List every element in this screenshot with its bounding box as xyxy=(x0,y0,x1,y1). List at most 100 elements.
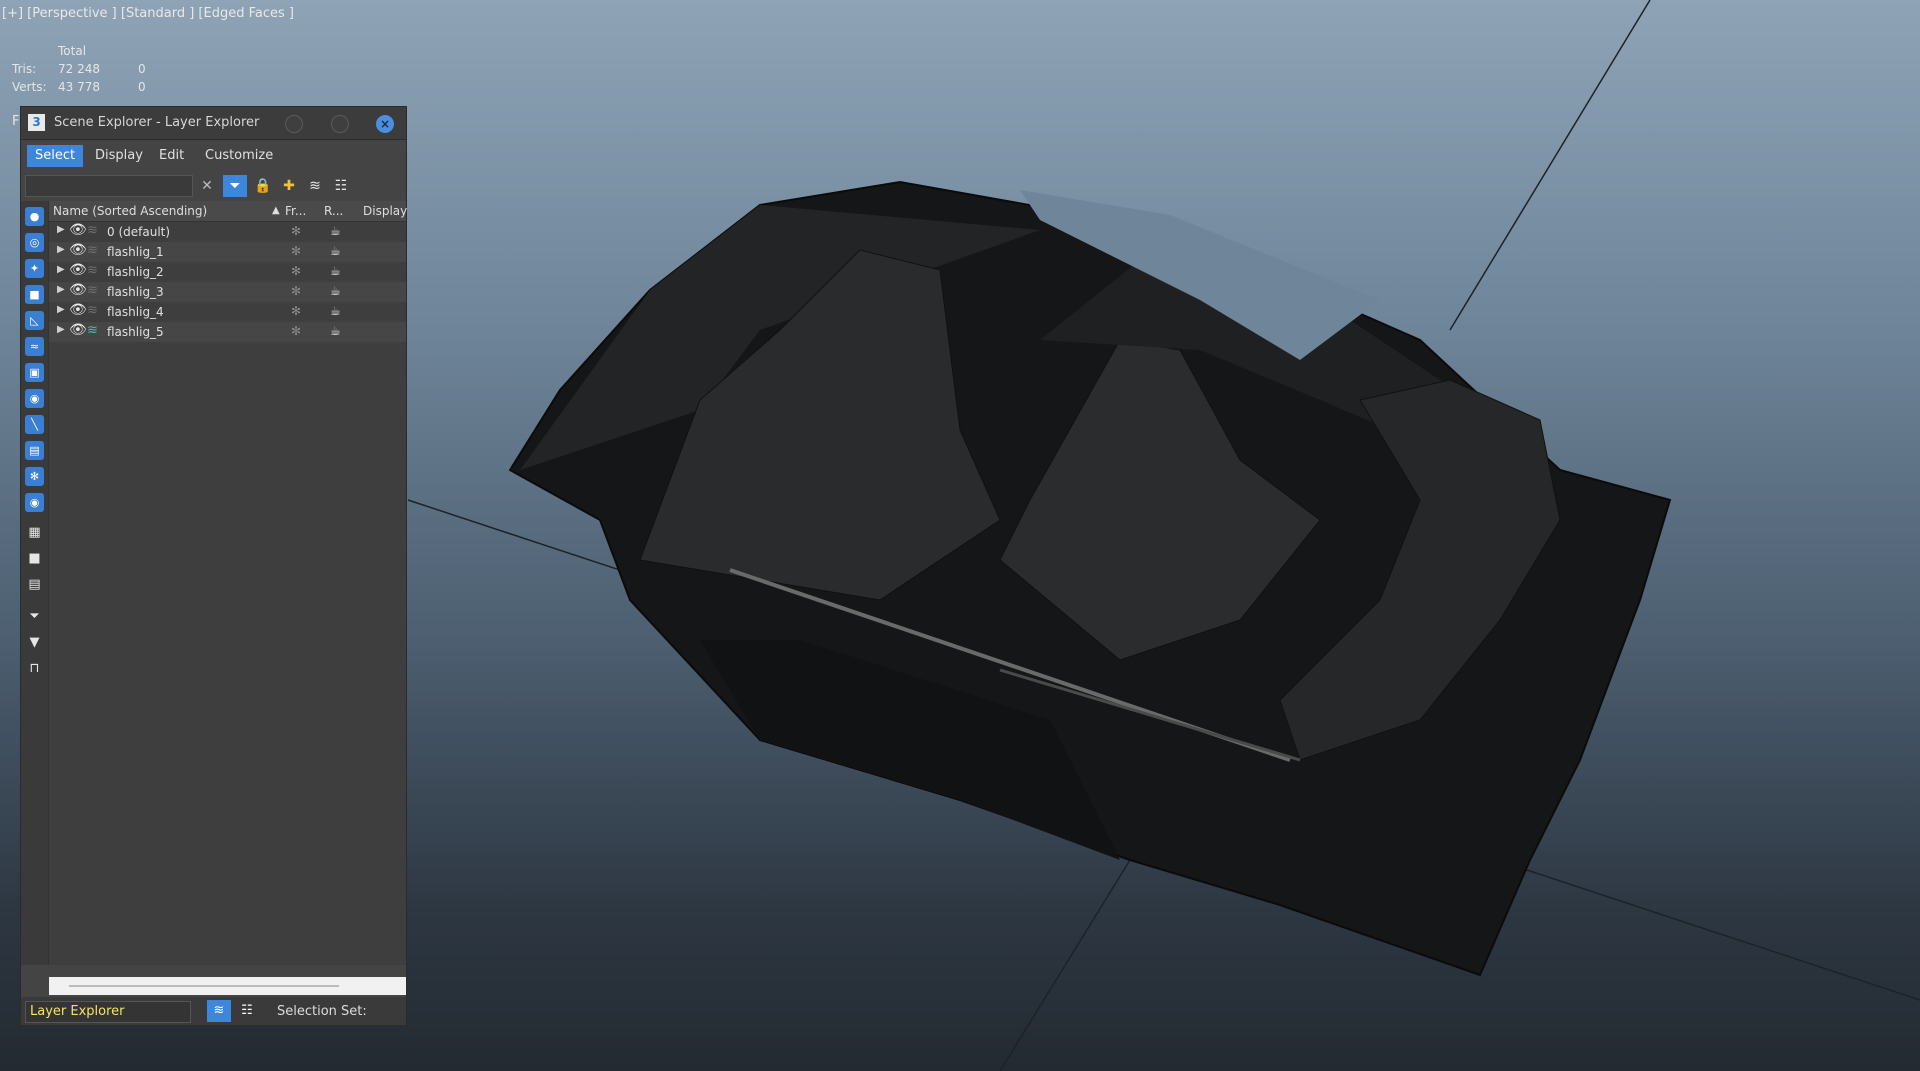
filter-selected-button[interactable]: ⏷ xyxy=(25,607,44,626)
layer-row[interactable]: ▶ 👁 ≋ flashlig_5 ✻ ☕ xyxy=(49,322,406,342)
grid-line xyxy=(1449,0,1651,331)
scrollbar-thumb[interactable] xyxy=(69,985,339,987)
xrefs-filter-button[interactable]: ◉ xyxy=(25,389,44,408)
snowflake-icon[interactable]: ✻ xyxy=(291,284,301,298)
snowflake-icon[interactable]: ✻ xyxy=(291,224,301,238)
display-all-button[interactable]: ▦ xyxy=(25,523,44,542)
teapot-icon[interactable]: ☕ xyxy=(330,324,341,338)
display-none-button[interactable]: ■ xyxy=(25,549,44,568)
layer-row[interactable]: ▶ 👁 ≋ flashlig_3 ✻ ☕ xyxy=(49,282,406,302)
containers-filter-button[interactable]: ▤ xyxy=(25,441,44,460)
eye-icon[interactable]: 👁 xyxy=(69,302,87,318)
geometry-filter-button[interactable]: ● xyxy=(25,207,44,226)
stats-total: 72 248 xyxy=(58,62,100,76)
layer-row[interactable]: ▶ 👁 ≋ flashlig_2 ✻ ☕ xyxy=(49,262,406,282)
eye-icon[interactable]: 👁 xyxy=(69,322,87,338)
eye-icon[interactable]: 👁 xyxy=(69,242,87,258)
search-input[interactable] xyxy=(25,175,193,197)
container-view-button[interactable]: ⊓ xyxy=(25,659,44,678)
layer-row[interactable]: ▶ 👁 ≋ flashlig_4 ✻ ☕ xyxy=(49,302,406,322)
layers-button[interactable]: ≋ xyxy=(303,175,327,197)
eye-icon[interactable]: 👁 xyxy=(69,222,87,238)
viewport-label[interactable]: [+] [Perspective ] [Standard ] [Edged Fa… xyxy=(2,6,294,21)
frozen-filter-button[interactable]: ✻ xyxy=(25,467,44,486)
layer-icon[interactable]: ≋ xyxy=(87,263,98,278)
expand-arrow-icon[interactable]: ▶ xyxy=(57,244,65,255)
expand-arrow-icon[interactable]: ▶ xyxy=(57,324,65,335)
lights-filter-button[interactable]: ✦ xyxy=(25,259,44,278)
filter-toggle-sidebar-button[interactable]: ▼ xyxy=(25,633,44,652)
layer-name: 0 (default) xyxy=(107,225,171,239)
snowflake-icon[interactable]: ✻ xyxy=(291,324,301,338)
shapes-icon: ◎ xyxy=(29,236,40,249)
minimize-button[interactable] xyxy=(285,115,303,133)
menu-display[interactable]: Display xyxy=(87,145,151,167)
snowflake-icon[interactable]: ✻ xyxy=(291,304,301,318)
snowflake-icon[interactable]: ✻ xyxy=(291,264,301,278)
teapot-icon[interactable]: ☕ xyxy=(330,244,341,258)
eye-icon[interactable]: 👁 xyxy=(69,282,87,298)
selection-set-label: Selection Set: xyxy=(277,1004,367,1019)
close-button[interactable]: × xyxy=(376,115,394,133)
scene-explorer-panel: 3 Scene Explorer - Layer Explorer × Sele… xyxy=(20,106,407,1026)
bones-filter-button[interactable]: ╲ xyxy=(25,415,44,434)
add-layer-icon: ✚ xyxy=(283,178,295,194)
shapes-filter-button[interactable]: ◎ xyxy=(25,233,44,252)
spacewarps-filter-button[interactable]: ≈ xyxy=(25,337,44,356)
menu-edit[interactable]: Edit xyxy=(151,145,192,167)
column-name[interactable]: Name (Sorted Ascending) xyxy=(53,204,207,218)
layer-icon[interactable]: ≋ xyxy=(87,223,98,238)
expand-arrow-icon[interactable]: ▶ xyxy=(57,284,65,295)
layer-icon[interactable]: ≋ xyxy=(87,303,98,318)
hierarchy-icon: ☷ xyxy=(334,178,348,194)
panel-titlebar[interactable]: 3 Scene Explorer - Layer Explorer × xyxy=(21,107,406,140)
fps-label: F xyxy=(12,114,20,129)
maximize-button[interactable] xyxy=(331,115,349,133)
expand-arrow-icon[interactable]: ▶ xyxy=(57,264,65,275)
teapot-icon[interactable]: ☕ xyxy=(330,304,341,318)
expand-arrow-icon[interactable]: ▶ xyxy=(57,224,65,235)
hierarchy-button[interactable]: ☷ xyxy=(329,175,353,197)
column-render[interactable]: R... xyxy=(324,204,343,218)
expand-arrow-icon[interactable]: ▶ xyxy=(57,304,65,315)
layer-tree[interactable]: Name (Sorted Ascending) ▲ Fr... R... Dis… xyxy=(49,201,407,965)
stats-label: Verts: xyxy=(12,80,47,94)
sort-ascending-icon[interactable]: ▲ xyxy=(272,205,280,216)
menu-select[interactable]: Select xyxy=(27,145,84,167)
teapot-icon[interactable]: ☕ xyxy=(330,224,341,238)
add-layer-button[interactable]: ✚ xyxy=(277,175,301,197)
layer-explorer-button[interactable]: ≋ xyxy=(207,1000,231,1022)
panel-toolbar: ✕ ⏷ 🔒 ✚ ≋ ☷ xyxy=(21,171,406,201)
lock-button[interactable]: 🔒 xyxy=(251,175,275,197)
column-freeze[interactable]: Fr... xyxy=(285,204,306,218)
stats-row-verts: Verts: 43 778 0 xyxy=(12,78,158,96)
layers-icon: ≋ xyxy=(213,1003,225,1018)
cameras-filter-button[interactable]: ■ xyxy=(25,285,44,304)
current-layer-icon[interactable]: ≋ xyxy=(87,323,98,338)
helpers-filter-button[interactable]: ◺ xyxy=(25,311,44,330)
menu-customize[interactable]: Customize xyxy=(197,145,281,167)
square-icon: ■ xyxy=(28,551,41,566)
layer-row[interactable]: ▶ 👁 ≋ flashlig_1 ✻ ☕ xyxy=(49,242,406,262)
hierarchy-explorer-button[interactable]: ☷ xyxy=(235,1000,259,1022)
explorer-name-field[interactable]: Layer Explorer xyxy=(25,1001,191,1023)
eye-icon[interactable]: 👁 xyxy=(69,262,87,278)
layers-icon: ≋ xyxy=(309,178,321,194)
groups-filter-button[interactable]: ▣ xyxy=(25,363,44,382)
filter-toggle-button[interactable]: ⏷ xyxy=(223,175,247,197)
layer-icon[interactable]: ≋ xyxy=(87,283,98,298)
column-display[interactable]: Display xyxy=(363,204,407,218)
hidden-filter-button[interactable]: ◉ xyxy=(25,493,44,512)
teapot-icon[interactable]: ☕ xyxy=(330,264,341,278)
clear-search-button[interactable]: ✕ xyxy=(195,175,219,197)
teapot-icon[interactable]: ☕ xyxy=(330,284,341,298)
invert-display-button[interactable]: ▤ xyxy=(25,575,44,594)
snowflake-icon[interactable]: ✻ xyxy=(291,244,301,258)
horizontal-scrollbar[interactable] xyxy=(49,977,406,995)
layer-icon[interactable]: ≋ xyxy=(87,243,98,258)
document-icon: ▤ xyxy=(28,577,41,592)
stats-selected: 0 xyxy=(138,62,146,76)
camera-icon: ■ xyxy=(29,288,40,301)
tree-header: Name (Sorted Ascending) ▲ Fr... R... Dis… xyxy=(49,201,407,222)
layer-row[interactable]: ▶ 👁 ≋ 0 (default) ✻ ☕ xyxy=(49,222,406,242)
